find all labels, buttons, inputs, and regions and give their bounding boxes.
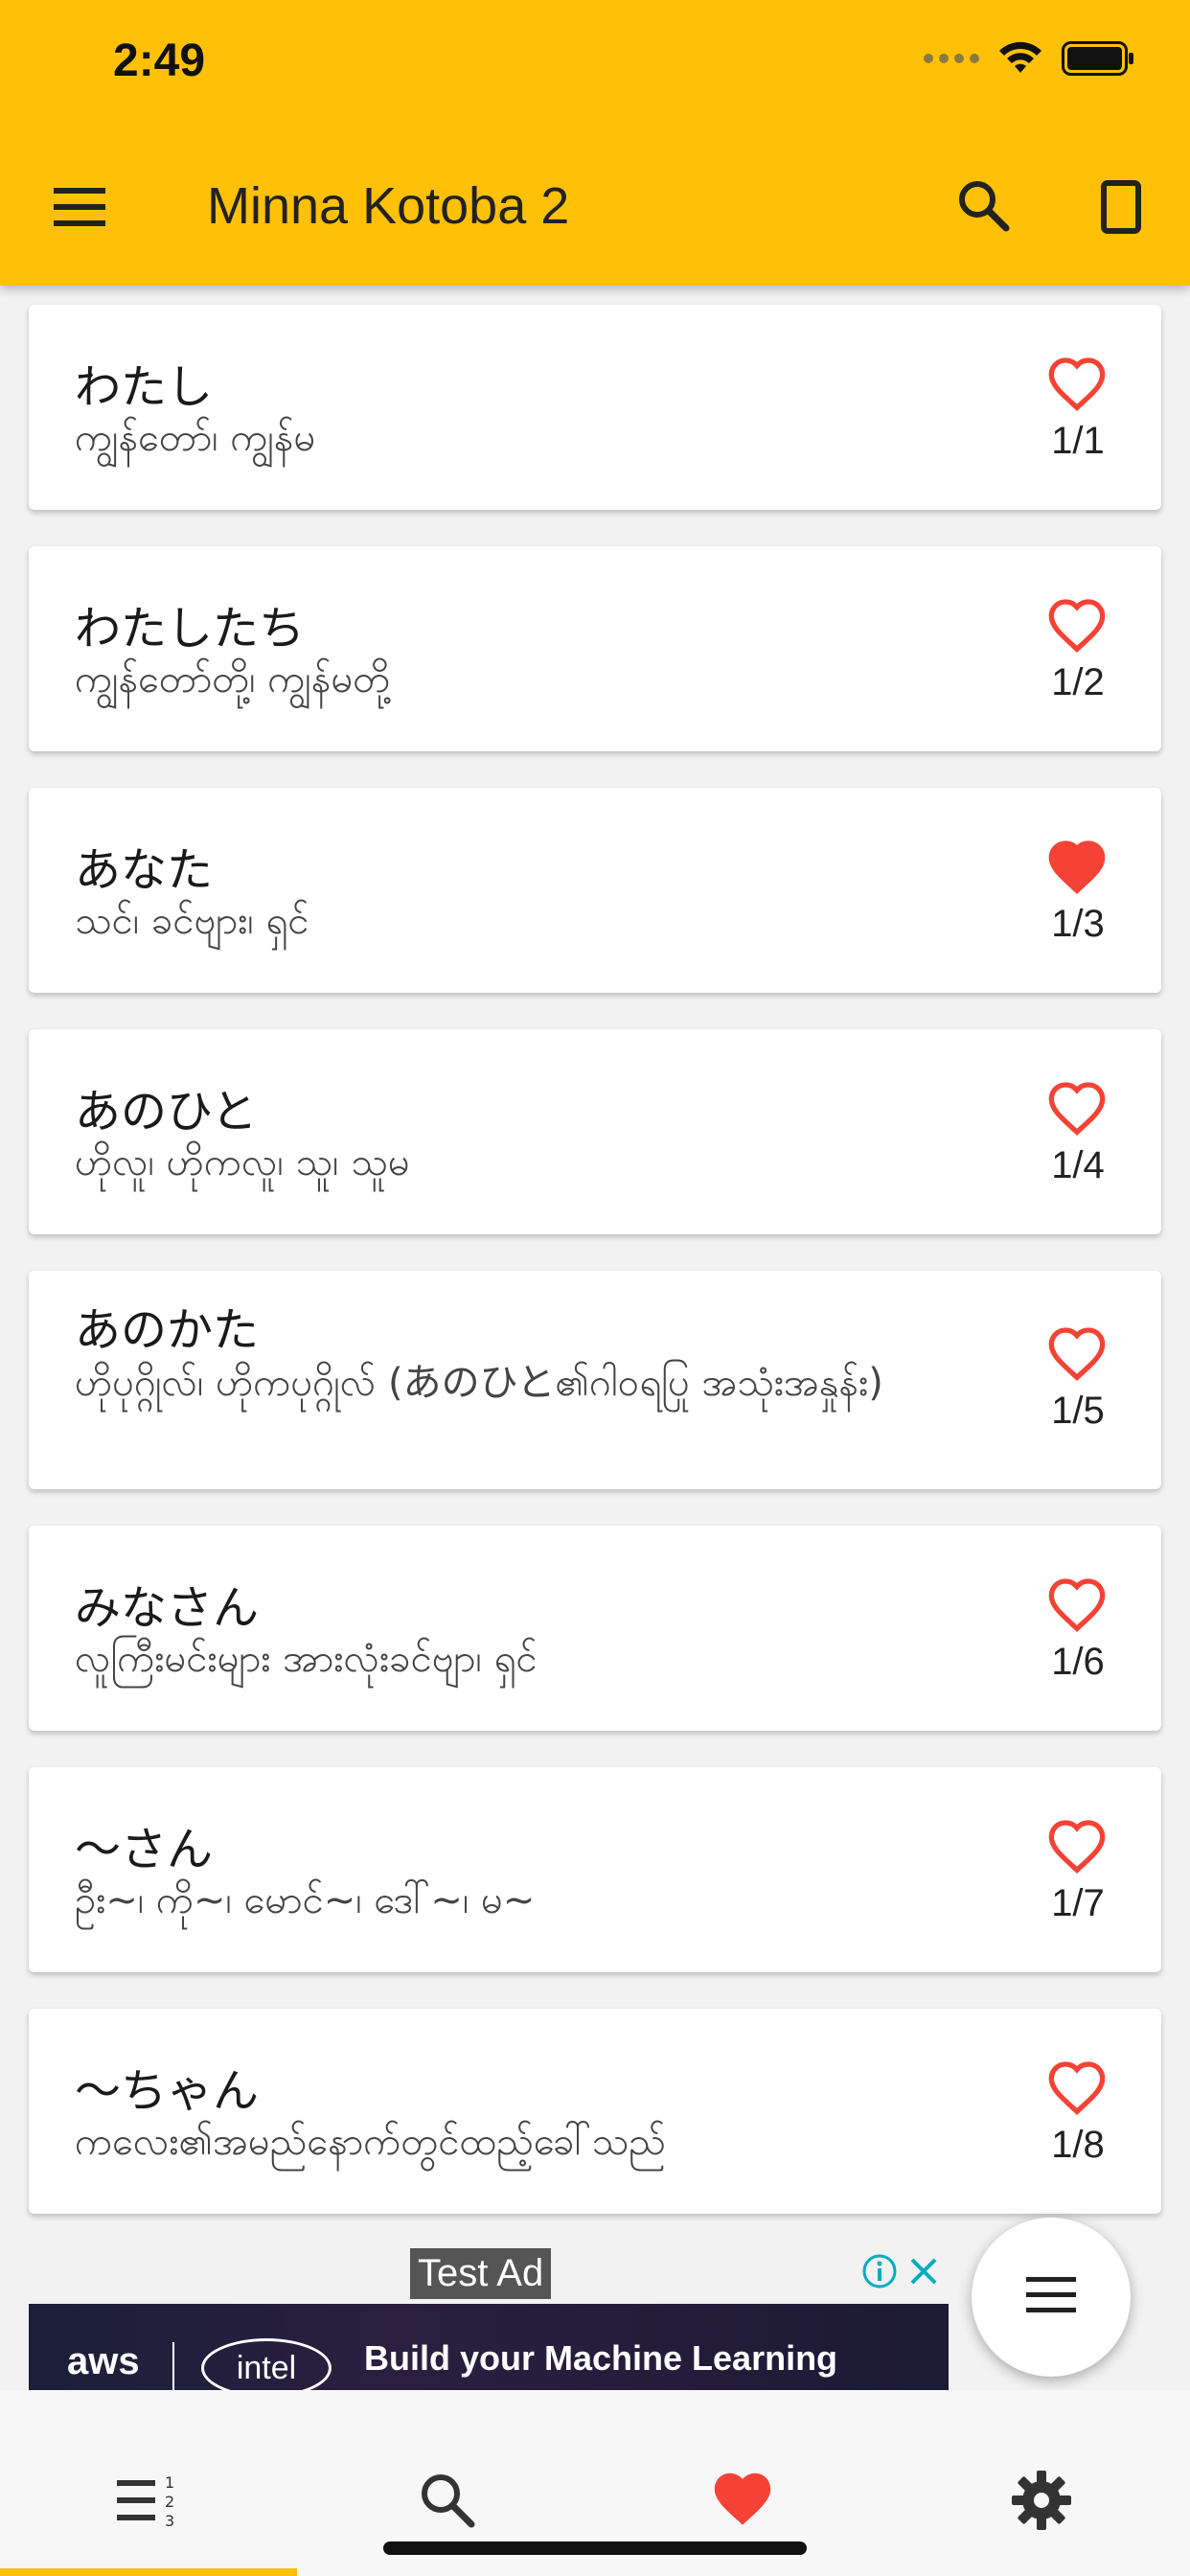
- word-number: 1/2: [1051, 661, 1105, 703]
- list-item[interactable]: ～ちゃん ကလေး၏အမည်နောက်တွင်ထည့်ခေါ်သည် 1/8: [29, 2009, 1161, 2214]
- list-item[interactable]: あなた သင်၊ ခင်ဗျား၊ ရှင် 1/3: [29, 788, 1161, 993]
- japanese-word: あなた: [75, 843, 214, 897]
- myanmar-meaning: ကျွန်တော်တို့၊ ကျွန်မတို့: [75, 657, 391, 702]
- menu-fab[interactable]: [972, 2218, 1131, 2377]
- list-item[interactable]: みなさん လူကြီးမင်းများ အားလုံးခင်ဗျာ၊ ရှင် …: [29, 1526, 1161, 1731]
- japanese-word: ～さん: [75, 1823, 214, 1876]
- heart-outline-icon[interactable]: [1046, 2058, 1108, 2116]
- status-time: 2:49: [113, 35, 206, 86]
- app-bar: 2:49 Minna Kotoba 2: [0, 0, 1190, 286]
- close-icon[interactable]: [904, 2252, 943, 2290]
- status-icons: [924, 40, 1134, 77]
- word-number: 1/1: [1051, 420, 1105, 462]
- japanese-word: わたし: [75, 360, 214, 414]
- hamburger-icon: [54, 188, 105, 226]
- list-item[interactable]: わたしたち ကျွန်တော်တို့၊ ကျွန်မတို့ 1/2: [29, 546, 1161, 751]
- search-icon: [422, 2474, 475, 2528]
- search-icon: [959, 181, 1010, 232]
- myanmar-meaning: ဟိုပုဂ္ဂိုလ်၊ ဟိုကပုဂ္ဂိုလ် (あのひと၏ဂါ၀ရပြ…: [75, 1361, 883, 1405]
- myanmar-meaning: ကျွန်တော်၊ ကျွန်မ: [75, 416, 316, 460]
- word-number: 1/7: [1051, 1882, 1105, 1924]
- signal-icon: [924, 54, 979, 63]
- word-number: 1/3: [1051, 903, 1105, 945]
- svg-text:2: 2: [165, 2493, 174, 2511]
- active-tab-indicator: [0, 2568, 297, 2576]
- word-number: 1/4: [1051, 1144, 1105, 1186]
- ad-intel-logo: intel: [201, 2338, 332, 2390]
- svg-text:3: 3: [165, 2512, 174, 2530]
- search-button[interactable]: [954, 176, 1012, 234]
- list-item[interactable]: あのひと ဟိုလူ၊ ဟိုကလူ၊ သူ၊ သူမ 1/4: [29, 1029, 1161, 1234]
- nav-favorites[interactable]: [709, 2467, 776, 2534]
- battery-icon: [1062, 41, 1133, 76]
- japanese-word: みなさん: [75, 1581, 260, 1635]
- numbered-list-icon: 1 2 3: [117, 2473, 174, 2530]
- nav-search[interactable]: [414, 2467, 481, 2534]
- phone-portrait-icon: [1101, 180, 1141, 234]
- word-number: 1/5: [1051, 1390, 1105, 1432]
- japanese-word: あのひと: [75, 1085, 258, 1138]
- japanese-word: ～ちゃん: [75, 2064, 260, 2118]
- heart-outline-icon[interactable]: [1046, 1324, 1108, 1382]
- heart-outline-icon[interactable]: [1046, 596, 1108, 654]
- list-item[interactable]: ～さん ဦး~၊ ကို~၊ မောင်~၊ ဒေါ်~၊ မ~ 1/7: [29, 1767, 1161, 1972]
- gear-icon: [1012, 2471, 1071, 2530]
- page-title: Minna Kotoba 2: [207, 177, 570, 235]
- heart-filled-icon: [714, 2472, 771, 2525]
- ad-banner[interactable]: aws intel Build your Machine Learning: [29, 2304, 949, 2390]
- heart-filled-icon[interactable]: [1046, 838, 1108, 895]
- word-number: 1/6: [1051, 1641, 1105, 1683]
- myanmar-meaning: ဟိုလူ၊ ဟိုကလူ၊ သူ၊ သူမ: [75, 1140, 410, 1184]
- home-indicator: [383, 2542, 807, 2555]
- japanese-word: わたしたち: [75, 602, 306, 656]
- menu-button[interactable]: [50, 182, 111, 232]
- japanese-word: あのかた: [75, 1303, 260, 1357]
- myanmar-meaning: ကလေး၏အမည်နောက်တွင်ထည့်ခေါ်သည်: [75, 2120, 666, 2164]
- list-item[interactable]: わたし ကျွန်တော်၊ ကျွန်မ 1/1: [29, 305, 1161, 510]
- orientation-button[interactable]: [1100, 180, 1142, 234]
- myanmar-meaning: ဦး~၊ ကို~၊ မောင်~၊ ဒေါ်~၊ မ~: [75, 1878, 536, 1922]
- word-number: 1/8: [1051, 2124, 1105, 2166]
- list-item[interactable]: あのかた ဟိုပုဂ္ဂိုလ်၊ ဟိုကပုဂ္ဂိုလ် (あのひと၏ဂ…: [29, 1271, 1161, 1489]
- svg-text:1: 1: [165, 2473, 174, 2492]
- ad-label: Test Ad: [410, 2248, 552, 2299]
- heart-outline-icon[interactable]: [1046, 1817, 1108, 1874]
- ad-divider: [172, 2342, 174, 2390]
- ad-aws-logo: aws: [67, 2340, 140, 2382]
- heart-outline-icon[interactable]: [1046, 1079, 1108, 1137]
- wifi-icon: [999, 41, 1041, 73]
- heart-outline-icon[interactable]: [1046, 1576, 1108, 1633]
- hamburger-icon: [1026, 2277, 1076, 2312]
- info-icon[interactable]: [860, 2252, 899, 2290]
- heart-outline-icon[interactable]: [1046, 355, 1108, 412]
- nav-list[interactable]: 1 2 3: [113, 2467, 180, 2534]
- nav-settings[interactable]: [1008, 2467, 1075, 2534]
- myanmar-meaning: သင်၊ ခင်ဗျား၊ ရှင်: [75, 899, 309, 943]
- myanmar-meaning: လူကြီးမင်းများ အားလုံးခင်ဗျာ၊ ရှင်: [75, 1637, 538, 1681]
- ad-text: Build your Machine Learning: [364, 2338, 838, 2378]
